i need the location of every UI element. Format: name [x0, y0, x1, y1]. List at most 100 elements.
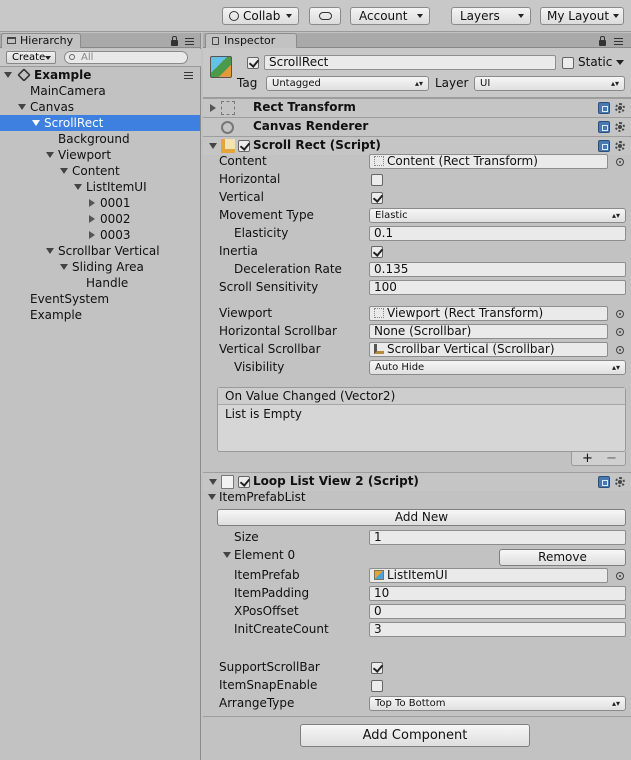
component-enabled-checkbox[interactable]	[238, 476, 250, 488]
vertical-checkbox[interactable]	[371, 192, 383, 204]
hierarchy-item[interactable]: Canvas	[0, 99, 200, 115]
collapsed-arrow-icon[interactable]	[210, 104, 216, 112]
scene-menu-icon[interactable]	[184, 72, 193, 79]
add-event-button[interactable]: +	[582, 451, 593, 466]
hierarchy-item[interactable]: Sliding Area	[0, 259, 200, 275]
visibility-dropdown[interactable]: Auto Hide ▴▾	[369, 360, 626, 375]
hierarchy-item[interactable]: Content	[0, 163, 200, 179]
panel-menu-icon[interactable]	[185, 38, 194, 45]
object-name-input[interactable]: ScrollRect	[264, 55, 556, 70]
hierarchy-item[interactable]: MainCamera	[0, 83, 200, 99]
account-dropdown[interactable]: Account	[350, 7, 430, 25]
help-icon[interactable]	[598, 476, 610, 488]
hierarchy-item[interactable]: ListItemUI	[0, 179, 200, 195]
active-checkbox[interactable]	[247, 57, 259, 69]
add-new-button[interactable]: Add New	[217, 509, 626, 526]
expand-arrow-icon[interactable]	[32, 120, 40, 126]
panel-menu-icon[interactable]	[614, 38, 623, 45]
item-snap-enable-checkbox[interactable]	[371, 680, 383, 692]
hierarchy-item[interactable]: Scrollbar Vertical	[0, 243, 200, 259]
horizontal-scrollbar-field[interactable]: None (Scrollbar)	[369, 324, 608, 339]
help-icon[interactable]	[598, 102, 610, 114]
add-component-button[interactable]: Add Component	[300, 724, 530, 747]
hierarchy-item[interactable]: 0002	[0, 211, 200, 227]
layers-dropdown[interactable]: Layers	[451, 7, 531, 25]
inertia-checkbox[interactable]	[371, 246, 383, 258]
expand-arrow-icon[interactable]	[74, 184, 82, 190]
gear-icon[interactable]	[615, 122, 625, 132]
remove-button[interactable]: Remove	[499, 549, 626, 566]
scroll-sensitivity-input[interactable]: 100	[369, 280, 626, 295]
help-icon[interactable]	[598, 121, 610, 133]
expand-arrow-icon[interactable]	[4, 72, 12, 78]
expand-arrow-icon[interactable]	[209, 143, 217, 149]
object-picker-icon[interactable]	[616, 346, 624, 354]
component-enabled-checkbox[interactable]	[238, 140, 250, 152]
static-checkbox[interactable]	[562, 57, 574, 69]
gear-icon[interactable]	[615, 103, 625, 113]
expand-arrow-icon[interactable]	[18, 104, 26, 110]
gear-icon[interactable]	[615, 141, 625, 151]
help-icon[interactable]	[598, 140, 610, 152]
layer-dropdown[interactable]: UI ▴▾	[474, 76, 625, 91]
hierarchy-item[interactable]: 0001	[0, 195, 200, 211]
hierarchy-item[interactable]: Viewport	[0, 147, 200, 163]
hierarchy-search-input[interactable]: All	[64, 51, 188, 64]
lock-icon[interactable]	[599, 36, 606, 46]
horizontal-checkbox[interactable]	[371, 174, 383, 186]
canvas-renderer-header[interactable]: Canvas Renderer	[203, 117, 631, 136]
expand-arrow-icon[interactable]	[209, 479, 217, 485]
xpos-offset-input[interactable]: 0	[369, 604, 626, 619]
scene-row[interactable]: Example	[0, 67, 200, 83]
size-input[interactable]: 1	[369, 530, 626, 545]
static-dropdown-arrow-icon[interactable]	[616, 60, 624, 65]
elasticity-label: Elasticity	[234, 226, 289, 240]
hierarchy-item[interactable]: Handle	[0, 275, 200, 291]
object-picker-icon[interactable]	[616, 158, 624, 166]
hierarchy-item[interactable]: 0003	[0, 227, 200, 243]
collapsed-arrow-icon[interactable]	[89, 215, 95, 223]
loop-list-view-header[interactable]: Loop List View 2 (Script)	[203, 472, 631, 491]
horizontal-label: Horizontal	[219, 172, 281, 186]
tab-hierarchy[interactable]: Hierarchy	[1, 33, 81, 48]
collab-button[interactable]: Collab	[222, 7, 299, 25]
layout-dropdown[interactable]: My Layout	[540, 7, 624, 25]
cloud-button[interactable]	[309, 7, 341, 25]
object-picker-icon[interactable]	[616, 572, 624, 580]
rect-transform-header[interactable]: Rect Transform	[203, 98, 631, 117]
expand-arrow-icon[interactable]	[60, 264, 68, 270]
support-scrollbar-checkbox[interactable]	[371, 662, 383, 674]
hierarchy-item[interactable]: EventSystem	[0, 291, 200, 307]
collapsed-arrow-icon[interactable]	[89, 199, 95, 207]
expand-arrow-icon[interactable]	[223, 552, 231, 558]
expand-arrow-icon[interactable]	[46, 152, 54, 158]
collapsed-arrow-icon[interactable]	[89, 231, 95, 239]
hierarchy-item-selected[interactable]: ScrollRect	[0, 115, 200, 131]
lock-icon[interactable]	[171, 36, 178, 46]
object-picker-icon[interactable]	[616, 328, 624, 336]
expand-arrow-icon[interactable]	[60, 168, 68, 174]
expand-arrow-icon[interactable]	[46, 248, 54, 254]
tag-dropdown[interactable]: Untagged ▴▾	[266, 76, 429, 91]
scroll-rect-header[interactable]: Scroll Rect (Script)	[203, 136, 631, 155]
hierarchy-item[interactable]: Example	[0, 307, 200, 323]
dropdown-value: Top To Bottom	[375, 698, 446, 709]
gear-icon[interactable]	[615, 477, 625, 487]
item-padding-input[interactable]: 10	[369, 586, 626, 601]
hierarchy-item[interactable]: Background	[0, 131, 200, 147]
content-object-field[interactable]: Content (Rect Transform)	[369, 154, 608, 169]
object-picker-icon[interactable]	[616, 310, 624, 318]
deceleration-rate-input[interactable]: 0.135	[369, 262, 626, 277]
movement-type-dropdown[interactable]: Elastic ▴▾	[369, 208, 626, 223]
tab-inspector[interactable]: Inspector	[205, 33, 297, 48]
remove-event-button[interactable]: −	[606, 451, 617, 466]
arrange-type-dropdown[interactable]: Top To Bottom ▴▾	[369, 696, 626, 711]
expand-arrow-icon[interactable]	[208, 494, 216, 500]
elasticity-input[interactable]: 0.1	[369, 226, 626, 241]
init-create-count-input[interactable]: 3	[369, 622, 626, 637]
create-button[interactable]: Create	[6, 51, 56, 64]
vertical-scrollbar-field[interactable]: Scrollbar Vertical (Scrollbar)	[369, 342, 608, 357]
viewport-object-field[interactable]: Viewport (Rect Transform)	[369, 306, 608, 321]
cloud-icon	[319, 12, 332, 20]
item-prefab-field[interactable]: ListItemUI	[369, 568, 608, 583]
